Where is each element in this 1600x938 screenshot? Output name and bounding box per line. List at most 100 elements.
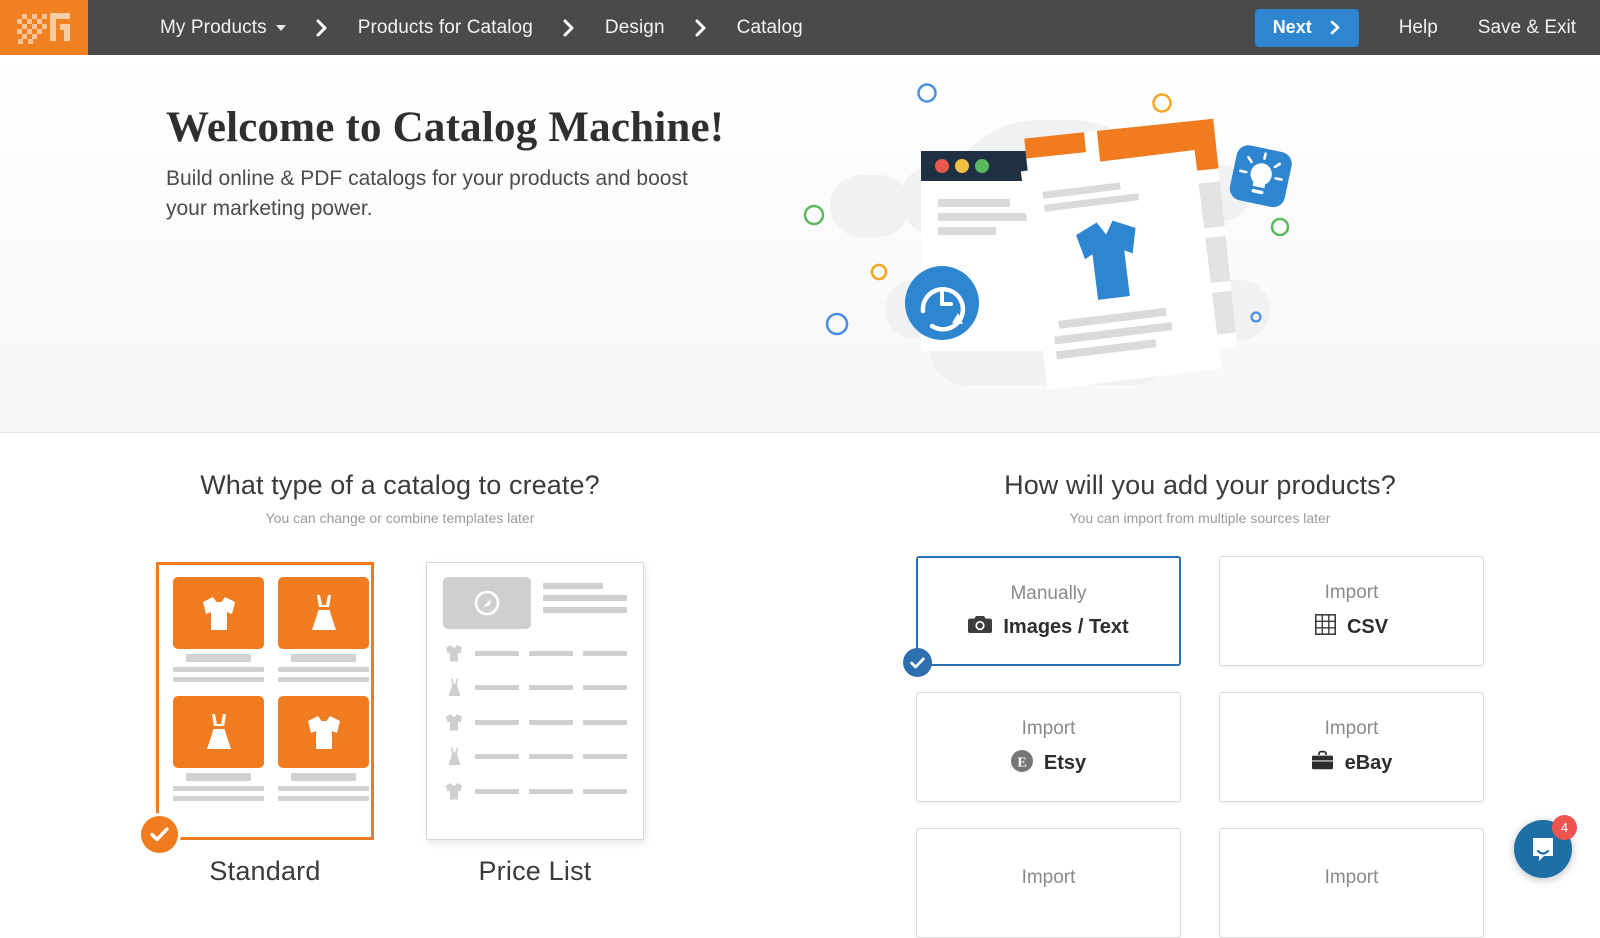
breadcrumb: My Products Products for Catalog Design … — [160, 0, 803, 55]
option-name: Images / Text — [1003, 616, 1128, 639]
import-option-manually[interactable]: Manually Images / Text — [916, 556, 1181, 666]
import-options-grid: Manually Images / Text Import C — [916, 556, 1484, 938]
template-option-price-list[interactable]: Price List — [426, 562, 644, 887]
breadcrumb-separator-icon — [563, 19, 575, 37]
tshirt-icon — [443, 781, 465, 801]
placeholder-bar — [173, 667, 264, 672]
placeholder-bar — [583, 789, 627, 794]
chevron-right-icon — [1330, 20, 1341, 35]
tshirt-icon — [443, 712, 465, 732]
import-option-csv[interactable]: Import CSV — [1219, 556, 1484, 666]
placeholder-bar — [186, 654, 252, 662]
etsy-icon: E — [1011, 750, 1033, 777]
import-option-ebay[interactable]: Import eBay — [1219, 692, 1484, 802]
dress-icon — [173, 696, 264, 768]
main-content: What type of a catalog to create? You ca… — [0, 434, 1600, 900]
placeholder-bar — [278, 677, 369, 682]
import-option-6[interactable]: Import — [1219, 828, 1484, 938]
template-label-price-list: Price List — [426, 856, 644, 887]
placeholder-bar — [475, 789, 519, 794]
chat-bubble-icon — [1529, 835, 1557, 863]
placeholder-bar — [173, 796, 264, 801]
tshirt-icon — [173, 577, 264, 649]
breadcrumb-label: Catalog — [737, 17, 803, 39]
dress-icon — [278, 577, 369, 649]
breadcrumb-item-catalog[interactable]: Catalog — [737, 17, 803, 39]
option-name: CSV — [1347, 616, 1388, 639]
import-option-5[interactable]: Import — [916, 828, 1181, 938]
breadcrumb-label: Design — [605, 17, 665, 39]
hero-subtitle: Build online & PDF catalogs for your pro… — [166, 164, 726, 224]
add-products-subheading: You can import from multiple sources lat… — [800, 510, 1600, 526]
option-name: eBay — [1345, 752, 1393, 775]
history-clock-icon — [905, 266, 979, 340]
hero-illustration — [790, 65, 1320, 405]
placeholder-bar — [529, 789, 573, 794]
placeholder-bar — [475, 754, 519, 759]
dress-icon — [443, 746, 465, 767]
import-option-etsy[interactable]: Import E Etsy — [916, 692, 1181, 802]
table-icon — [1315, 614, 1336, 640]
hero-text-block: Welcome to Catalog Machine! Build online… — [166, 103, 786, 224]
option-kicker: Import — [1022, 867, 1076, 889]
image-placeholder-icon — [443, 577, 531, 629]
placeholder-bar — [278, 786, 369, 791]
placeholder-bar — [583, 720, 627, 725]
placeholder-bar — [278, 796, 369, 801]
logo-checker-icon — [0, 0, 88, 55]
template-options: Standard — [0, 562, 800, 887]
chat-unread-badge: 4 — [1552, 815, 1577, 840]
placeholder-bar — [475, 720, 519, 725]
placeholder-bar — [543, 607, 627, 613]
help-link[interactable]: Help — [1399, 17, 1438, 39]
save-and-exit-link[interactable]: Save & Exit — [1478, 17, 1576, 39]
breadcrumb-separator-icon — [316, 19, 328, 37]
hero-section: Welcome to Catalog Machine! Build online… — [0, 55, 1600, 433]
catalog-type-heading: What type of a catalog to create? — [0, 470, 800, 501]
template-label-standard: Standard — [156, 856, 374, 887]
briefcase-icon — [1311, 750, 1334, 776]
app-logo[interactable] — [0, 0, 88, 55]
chevron-down-icon — [276, 25, 286, 31]
placeholder-bar — [583, 754, 627, 759]
breadcrumb-label: My Products — [160, 17, 267, 39]
placeholder-bar — [475, 685, 519, 690]
placeholder-bar — [475, 651, 519, 656]
option-kicker: Import — [1325, 718, 1379, 740]
chat-launcher-button[interactable]: 4 — [1514, 820, 1572, 878]
dress-icon — [443, 677, 465, 698]
lightbulb-icon — [1228, 143, 1294, 209]
breadcrumb-label: Products for Catalog — [358, 17, 533, 39]
template-thumbnail-price-list[interactable] — [426, 562, 644, 840]
placeholder-bar — [291, 773, 357, 781]
catalog-type-subheading: You can change or combine templates late… — [0, 510, 800, 526]
selected-check-badge — [141, 816, 178, 853]
template-option-standard[interactable]: Standard — [156, 562, 374, 887]
catalog-type-section: What type of a catalog to create? You ca… — [0, 434, 800, 887]
option-kicker: Import — [1325, 867, 1379, 889]
placeholder-bar — [291, 654, 357, 662]
template-thumbnail-standard[interactable] — [156, 562, 374, 840]
option-kicker: Import — [1325, 582, 1379, 604]
selected-check-badge — [903, 648, 932, 677]
header-actions: Next Help Save & Exit — [1255, 0, 1600, 55]
breadcrumb-item-products-for-catalog[interactable]: Products for Catalog — [358, 17, 533, 39]
placeholder-bar — [583, 651, 627, 656]
placeholder-bar — [173, 786, 264, 791]
next-button[interactable]: Next — [1255, 9, 1359, 47]
check-icon — [910, 657, 925, 669]
placeholder-bar — [543, 583, 603, 589]
breadcrumb-item-my-products[interactable]: My Products — [160, 17, 286, 39]
placeholder-bar — [543, 595, 627, 601]
breadcrumb-separator-icon — [695, 19, 707, 37]
next-button-label: Next — [1273, 17, 1312, 38]
svg-text:E: E — [1017, 755, 1026, 770]
placeholder-bar — [186, 773, 252, 781]
breadcrumb-item-design[interactable]: Design — [605, 17, 665, 39]
add-products-section: How will you add your products? You can … — [800, 434, 1600, 938]
add-products-heading: How will you add your products? — [800, 470, 1600, 501]
option-kicker: Import — [1022, 718, 1076, 740]
placeholder-bar — [529, 754, 573, 759]
top-navigation-bar: My Products Products for Catalog Design … — [0, 0, 1600, 55]
placeholder-bar — [529, 720, 573, 725]
